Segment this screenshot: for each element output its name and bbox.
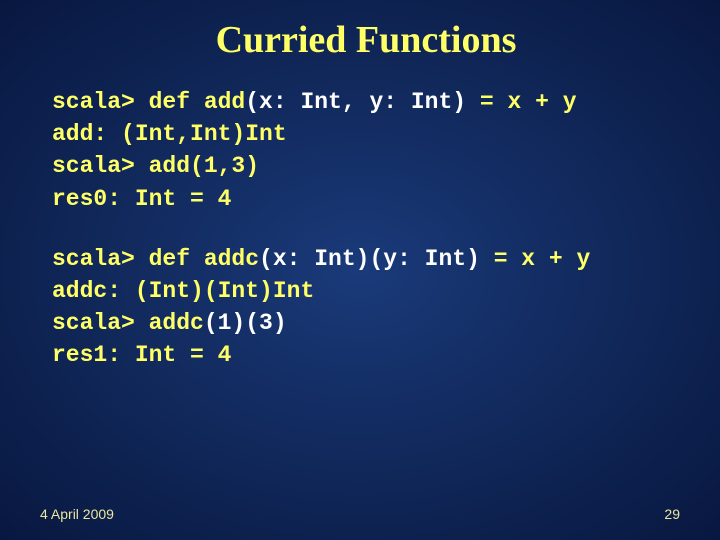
code-line-2: add: (Int,Int)Int [52, 121, 287, 147]
code2-line-3a: scala> addc [52, 310, 204, 336]
code2-line-4: res1: Int = 4 [52, 342, 231, 368]
code-block-addc: scala> def addc(x: Int)(y: Int) = x + y … [52, 243, 680, 372]
code-line-1a: scala> def add [52, 89, 245, 115]
code-line-3: scala> add(1,3) [52, 153, 259, 179]
slide: Curried Functions scala> def add(x: Int,… [0, 0, 720, 540]
slide-title: Curried Functions [52, 18, 680, 62]
code-line-1b: (x: Int, y: Int) [245, 89, 466, 115]
code-line-4: res0: Int = 4 [52, 186, 231, 212]
code2-line-1a: scala> def addc [52, 246, 259, 272]
footer-page-number: 29 [664, 506, 680, 522]
code-line-1c: = x + y [466, 89, 576, 115]
code-block-add: scala> def add(x: Int, y: Int) = x + y a… [52, 86, 680, 215]
code2-line-2: addc: (Int)(Int)Int [52, 278, 314, 304]
code2-line-1b: (x: Int)(y: Int) [259, 246, 480, 272]
footer-date: 4 April 2009 [40, 506, 114, 522]
code2-line-3b: (1)(3) [204, 310, 287, 336]
code2-line-1c: = x + y [480, 246, 590, 272]
